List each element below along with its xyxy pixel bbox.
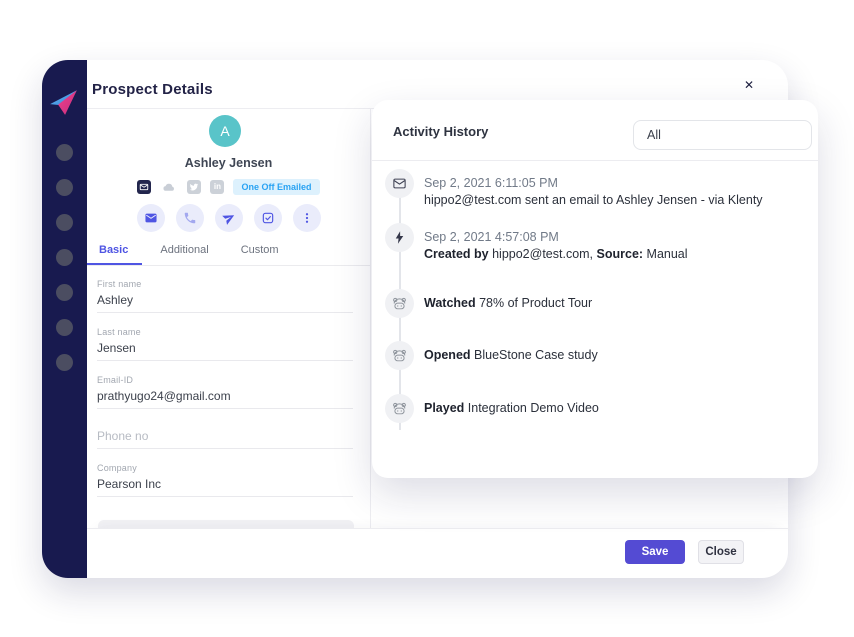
linkedin-channel-icon[interactable]: in (210, 180, 224, 194)
tab-additional[interactable]: Additional (160, 244, 208, 256)
last-name-label: Last name (97, 327, 353, 337)
activity-event-body: Sep 2, 2021 4:57:08 PMCreated by hippo2@… (424, 229, 688, 263)
modal-footer: Save Close (87, 528, 788, 578)
activity-timestamp: Sep 2, 2021 4:57:08 PM (424, 229, 688, 246)
activity-event-body: Sep 2, 2021 6:11:05 PMhippo2@test.com se… (424, 175, 763, 209)
email-action-button[interactable] (137, 204, 165, 232)
envelope-icon (385, 169, 414, 198)
email-id-field: Email-ID prathyugo24@gmail.com (97, 375, 353, 409)
activity-history-header: Activity History All (372, 100, 818, 161)
phone-action-button[interactable] (176, 204, 204, 232)
channel-status-row: in One Off Emailed (87, 178, 370, 195)
sidebar-nav-item-5[interactable] (56, 284, 73, 301)
page-title: Prospect Details (92, 81, 213, 98)
email-id-input[interactable]: prathyugo24@gmail.com (97, 389, 353, 409)
activity-text: hippo2@test.com sent an email to Ashley … (424, 192, 763, 209)
activity-event-row: Opened BlueStone Case study (385, 341, 810, 370)
activity-event-body: Played Integration Demo Video (424, 400, 599, 417)
activity-event-row: Sep 2, 2021 6:11:05 PMhippo2@test.com se… (385, 175, 810, 209)
activity-event-body: Opened BlueStone Case study (424, 347, 598, 364)
avatar: A (209, 115, 241, 147)
activity-text: Watched 78% of Product Tour (424, 295, 592, 312)
phone-no-field: Phone no (97, 429, 353, 449)
company-input[interactable]: Pearson Inc (97, 477, 353, 497)
task-action-button[interactable] (254, 204, 282, 232)
sidebar-nav-item-1[interactable] (56, 144, 73, 161)
more-icon (300, 211, 314, 225)
sidebar-nav (56, 144, 73, 389)
activity-event-row: Played Integration Demo Video (385, 394, 810, 423)
email-icon (144, 211, 158, 225)
tab-basic[interactable]: Basic (99, 244, 128, 256)
hippo-icon (385, 394, 414, 423)
cloud-channel-icon[interactable] (160, 180, 178, 194)
close-icon[interactable]: ✕ (744, 78, 754, 92)
sidebar-nav-item-7[interactable] (56, 354, 73, 371)
activity-timeline: Sep 2, 2021 6:11:05 PMhippo2@test.com se… (385, 161, 810, 472)
bolt-icon (385, 223, 414, 252)
last-name-field: Last name Jensen (97, 327, 353, 361)
activity-text: Played Integration Demo Video (424, 400, 599, 417)
email-id-label: Email-ID (97, 375, 353, 385)
sidebar-nav-item-2[interactable] (56, 179, 73, 196)
more-action-button[interactable] (293, 204, 321, 232)
activity-event-row: Sep 2, 2021 4:57:08 PMCreated by hippo2@… (385, 229, 810, 263)
hippo-icon (385, 341, 414, 370)
quick-actions-row (87, 204, 370, 232)
phone-no-input[interactable]: Phone no (97, 429, 353, 449)
app-sidebar (42, 60, 87, 578)
save-button[interactable]: Save (625, 540, 685, 564)
first-name-label: First name (97, 279, 353, 289)
panel-divider (370, 108, 371, 528)
activity-history-panel: Activity History All Sep 2, 2021 6:11:05… (372, 100, 818, 478)
send-action-button[interactable] (215, 204, 243, 232)
profile-tabs: Basic Additional Custom (99, 244, 279, 256)
close-button[interactable]: Close (698, 540, 744, 564)
tab-custom[interactable]: Custom (241, 244, 279, 256)
hippo-icon (385, 289, 414, 318)
email-channel-icon[interactable] (137, 180, 151, 194)
sidebar-nav-item-6[interactable] (56, 319, 73, 336)
activity-event-body: Watched 78% of Product Tour (424, 295, 592, 312)
activity-history-title: Activity History (393, 124, 488, 139)
activity-filter-value: All (647, 128, 661, 142)
last-name-input[interactable]: Jensen (97, 341, 353, 361)
twitter-channel-icon[interactable] (187, 180, 201, 194)
activity-filter-dropdown[interactable]: All (633, 120, 812, 150)
sidebar-nav-item-3[interactable] (56, 214, 73, 231)
activity-timestamp: Sep 2, 2021 6:11:05 PM (424, 175, 763, 192)
klenty-logo-icon (49, 87, 79, 117)
prospect-profile-panel: A Ashley Jensen in One Off Emailed Basic A… (87, 108, 370, 528)
company-label: Company (97, 463, 353, 473)
page-background: Prospect Details ✕ A Ashley Jensen in One… (0, 0, 854, 637)
activity-text: Opened BlueStone Case study (424, 347, 598, 364)
activity-event-row: Watched 78% of Product Tour (385, 289, 810, 318)
phone-icon (183, 211, 197, 225)
send-icon (222, 211, 236, 225)
status-badge: One Off Emailed (233, 179, 319, 195)
prospect-form: First name Ashley Last name Jensen Email-ID p… (97, 266, 353, 497)
first-name-input[interactable]: Ashley (97, 293, 353, 313)
first-name-field: First name Ashley (97, 279, 353, 313)
activity-text: Created by hippo2@test.com, Source: Manu… (424, 246, 688, 263)
prospect-name: Ashley Jensen (87, 156, 370, 170)
hidden-field-peek (98, 520, 354, 528)
company-field: Company Pearson Inc (97, 463, 353, 497)
task-icon (261, 211, 275, 225)
sidebar-nav-item-4[interactable] (56, 249, 73, 266)
